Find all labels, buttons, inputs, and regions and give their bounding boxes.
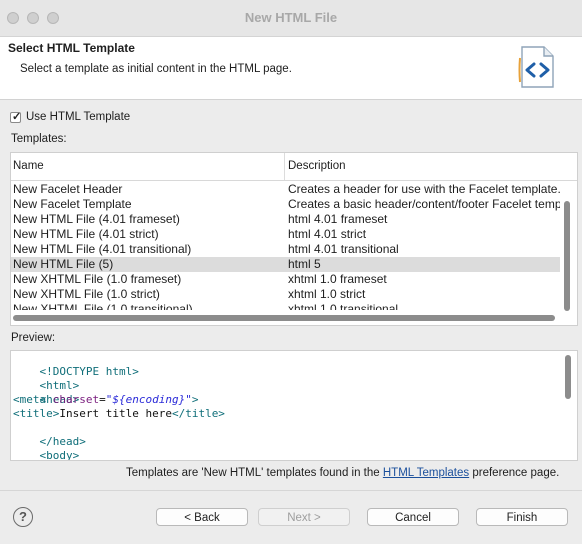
- template-description: html 4.01 frameset: [288, 212, 388, 226]
- code-tag: <body>: [39, 449, 80, 461]
- back-button[interactable]: < Back: [156, 508, 248, 526]
- wizard-header: Select HTML Template Select a template a…: [0, 37, 582, 100]
- code-tag: <title>: [13, 407, 60, 420]
- table-row[interactable]: New HTML File (4.01 frameset) html 4.01 …: [11, 212, 560, 227]
- template-name: New HTML File (4.01 transitional): [13, 242, 192, 256]
- template-description: html 4.01 strict: [288, 227, 367, 241]
- column-header-description[interactable]: Description: [288, 160, 346, 172]
- code-tag: >: [191, 393, 199, 406]
- template-description: xhtml 1.0 transitional: [288, 302, 399, 310]
- code-tag: <meta: [13, 393, 53, 406]
- page-description: Select a template as initial content in …: [20, 63, 292, 75]
- use-template-checkbox[interactable]: ✓: [10, 111, 22, 123]
- table-horizontal-scrollbar[interactable]: [13, 315, 555, 321]
- use-template-label: Use HTML Template: [26, 111, 131, 123]
- button-bar-divider: [0, 490, 582, 491]
- template-name: New Facelet Template: [13, 197, 132, 211]
- code-tag: </title>: [171, 407, 225, 420]
- title-bar: New HTML File: [0, 0, 582, 37]
- template-description: Creates a basic header/content/footer Fa…: [288, 197, 560, 211]
- finish-button[interactable]: Finish: [476, 508, 568, 526]
- table-row[interactable]: New Facelet Template Creates a basic hea…: [11, 197, 560, 212]
- table-row-selected[interactable]: New HTML File (5) html 5: [11, 257, 560, 272]
- code-line: <title>Insert title here</title>: [13, 407, 225, 421]
- preview-pane[interactable]: <!DOCTYPE html> <html> <head> <meta char…: [10, 350, 578, 461]
- template-name: New XHTML File (1.0 strict): [13, 287, 160, 301]
- preview-vertical-scrollbar[interactable]: [565, 355, 571, 399]
- code-line: <body>: [13, 435, 80, 461]
- html-code-icon: [518, 46, 554, 88]
- code-equals: =: [99, 393, 106, 406]
- page-title: Select HTML Template: [8, 41, 135, 55]
- table-vertical-scrollbar[interactable]: [564, 201, 570, 311]
- code-text: Insert title here: [59, 407, 172, 420]
- html-templates-link[interactable]: HTML Templates: [383, 467, 469, 479]
- template-description: xhtml 1.0 strict: [288, 287, 366, 301]
- window-title: New HTML File: [244, 10, 338, 25]
- code-line: <meta charset="${encoding}">: [13, 393, 198, 407]
- table-row[interactable]: New XHTML File (1.0 strict) xhtml 1.0 st…: [11, 287, 560, 302]
- next-button[interactable]: Next >: [258, 508, 350, 526]
- template-name: New XHTML File (1.0 transitional): [13, 302, 193, 310]
- table-rows: New Facelet Header Creates a header for …: [11, 182, 560, 310]
- template-name: New HTML File (4.01 frameset): [13, 212, 180, 226]
- templates-table[interactable]: Name Description New Facelet Header Crea…: [10, 152, 578, 326]
- template-description: Creates a header for use with the Facele…: [288, 182, 560, 196]
- table-row[interactable]: New XHTML File (1.0 transitional) xhtml …: [11, 302, 560, 310]
- column-divider[interactable]: [284, 153, 285, 180]
- template-description: html 5: [288, 257, 321, 271]
- code-attribute-value: "${encoding}": [105, 393, 192, 406]
- templates-label: Templates:: [11, 133, 67, 145]
- checkmark-icon: ✓: [12, 111, 22, 123]
- help-button[interactable]: ?: [13, 507, 33, 527]
- column-header-name[interactable]: Name: [13, 160, 44, 172]
- table-row[interactable]: New Facelet Header Creates a header for …: [11, 182, 560, 197]
- table-row[interactable]: New XHTML File (1.0 frameset) xhtml 1.0 …: [11, 272, 560, 287]
- template-description: xhtml 1.0 frameset: [288, 272, 387, 286]
- templates-footnote: Templates are 'New HTML' templates found…: [126, 467, 559, 479]
- table-row[interactable]: New HTML File (4.01 strict) html 4.01 st…: [11, 227, 560, 242]
- footnote-text-end: preference page.: [469, 467, 560, 479]
- table-header: Name Description: [11, 153, 577, 181]
- template-name: New HTML File (4.01 strict): [13, 227, 159, 241]
- template-name: New HTML File (5): [13, 257, 114, 271]
- template-name: New Facelet Header: [13, 182, 123, 196]
- cancel-button[interactable]: Cancel: [367, 508, 459, 526]
- preview-label: Preview:: [11, 332, 56, 344]
- code-attribute: charset: [52, 393, 100, 406]
- table-row[interactable]: New HTML File (4.01 transitional) html 4…: [11, 242, 560, 257]
- template-name: New XHTML File (1.0 frameset): [13, 272, 182, 286]
- footnote-text: Templates are 'New HTML' templates found…: [126, 467, 383, 479]
- template-description: html 4.01 transitional: [288, 242, 399, 256]
